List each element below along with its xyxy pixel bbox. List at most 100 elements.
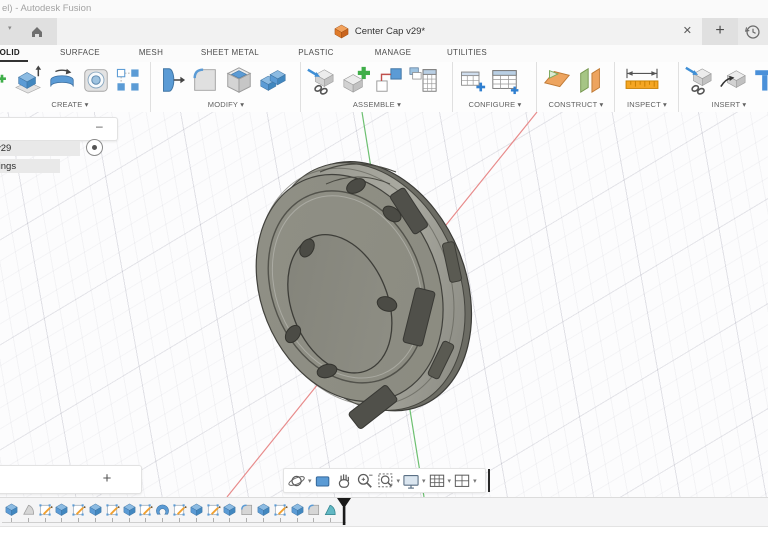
component-activate-radio[interactable] xyxy=(86,139,103,156)
wedge-feature-icon[interactable] xyxy=(21,502,36,517)
viewports-dropdown-caret-icon[interactable]: ▾ xyxy=(473,477,477,485)
display-settings-button[interactable]: ▾ xyxy=(401,471,426,491)
grid-dropdown-caret-icon[interactable]: ▾ xyxy=(448,477,452,485)
radio-dot xyxy=(91,144,97,150)
cube-feature-icon[interactable] xyxy=(122,502,137,517)
cube-feature-icon[interactable] xyxy=(54,502,69,517)
cube-feature-icon[interactable] xyxy=(256,502,271,517)
grid-snap-icon[interactable] xyxy=(427,471,447,491)
add-button[interactable]: + xyxy=(97,466,117,493)
cube-feature-icon[interactable] xyxy=(290,502,305,517)
sketch-feature-icon[interactable] xyxy=(38,502,53,517)
sketch-feature-icon[interactable] xyxy=(273,502,288,517)
offset-plane-icon[interactable] xyxy=(576,65,606,95)
viewport-3d[interactable] xyxy=(0,112,768,497)
shell-icon[interactable] xyxy=(224,65,254,95)
toolbar-section-insert: INSERT ▾ xyxy=(678,62,768,112)
close-tab-icon[interactable]: ✕ xyxy=(683,18,692,45)
ribbon-tab-surface[interactable]: SURFACE xyxy=(56,45,104,62)
toolbar-section-label[interactable]: ASSEMBLE ▾ xyxy=(301,100,453,109)
ribbon-tab-sheet-metal[interactable]: SHEET METAL xyxy=(197,45,263,62)
new-tab-button[interactable]: + xyxy=(702,18,738,45)
grid-snap-button[interactable]: ▾ xyxy=(427,471,452,491)
hole-icon[interactable] xyxy=(81,65,111,95)
qat-dropdown-caret-icon[interactable]: ▾ xyxy=(8,24,12,32)
fit-view-button[interactable]: ▾ xyxy=(376,471,401,491)
browser-collapse-icon[interactable]: – xyxy=(96,119,103,133)
new-component-icon[interactable] xyxy=(340,65,370,95)
pattern-icon[interactable] xyxy=(115,65,141,95)
zoom-button[interactable] xyxy=(355,471,375,491)
insert-link-icon[interactable] xyxy=(306,65,336,95)
fit-view-icon[interactable] xyxy=(376,471,396,491)
pan-icon[interactable] xyxy=(334,471,354,491)
monitor-dropdown-caret-icon[interactable]: ▾ xyxy=(422,477,426,485)
look-at-icon[interactable] xyxy=(313,471,333,491)
toolbar-section-label[interactable]: CREATE ▾ xyxy=(0,100,150,109)
window-title-bar: el) - Autodesk Fusion xyxy=(0,0,768,19)
pan-button[interactable] xyxy=(334,471,354,491)
ribbon-tab-plastic[interactable]: PLASTIC xyxy=(293,45,339,62)
recent-documents-icon[interactable] xyxy=(742,21,764,43)
sketch-feature-icon[interactable] xyxy=(172,502,187,517)
ribbon-tab-utilities[interactable]: UTILITIES xyxy=(441,45,493,62)
press-pull-icon[interactable] xyxy=(156,65,186,95)
ribbon-tab-solid[interactable]: SOLID xyxy=(0,45,28,62)
joint-icon[interactable] xyxy=(374,65,404,95)
viewports-button[interactable]: ▾ xyxy=(452,471,477,491)
bom-icon[interactable] xyxy=(408,65,438,95)
fillet-feature-icon[interactable] xyxy=(239,502,254,517)
toolbar-section-label[interactable]: CONSTRUCT ▾ xyxy=(537,100,615,109)
configuration-table-icon[interactable] xyxy=(458,65,486,95)
fillet-feature-icon[interactable] xyxy=(306,502,321,517)
sketch-feature-icon[interactable] xyxy=(105,502,120,517)
zoom-icon[interactable] xyxy=(355,471,375,491)
fillet-icon[interactable] xyxy=(190,65,220,95)
orbit-button[interactable]: ▾ xyxy=(287,471,312,491)
measure-icon[interactable] xyxy=(620,65,664,95)
3d-canvas[interactable] xyxy=(0,112,768,497)
toolbar-section-label[interactable]: CONFIGURE ▾ xyxy=(453,100,537,109)
ribbon-tab-mesh[interactable]: MESH xyxy=(134,45,168,62)
center-cap-model[interactable] xyxy=(221,131,507,448)
extrude-icon[interactable] xyxy=(13,65,43,95)
chamfer-feature-icon[interactable] xyxy=(323,502,338,517)
browser-item-component[interactable]: v29 xyxy=(0,141,80,156)
browser-item-label: v29 xyxy=(0,143,12,154)
fit-dropdown-caret-icon[interactable]: ▾ xyxy=(397,477,401,485)
toolbar-section-label[interactable]: INSERT ▾ xyxy=(679,100,768,109)
revolve-icon[interactable] xyxy=(47,65,77,95)
timeline-playhead[interactable] xyxy=(336,498,352,525)
toolbar-section-label[interactable]: MODIFY ▾ xyxy=(151,100,301,109)
sketch-feature-icon[interactable] xyxy=(138,502,153,517)
look-at-button[interactable] xyxy=(313,471,333,491)
toolbar-section-create: CREATE ▾ xyxy=(0,62,150,112)
cube-feature-icon[interactable] xyxy=(88,502,103,517)
sketch-feature-icon[interactable] xyxy=(71,502,86,517)
configurations-icon[interactable] xyxy=(490,65,520,95)
cube-feature-icon[interactable] xyxy=(222,502,237,517)
construction-plane-icon[interactable] xyxy=(542,65,572,95)
orbit-dropdown-caret-icon[interactable]: ▾ xyxy=(308,477,312,485)
revolve-feature-icon[interactable] xyxy=(155,502,170,517)
toolbar-section-label[interactable]: INSPECT ▾ xyxy=(615,100,679,109)
orbit-icon[interactable] xyxy=(287,471,307,491)
derive-icon[interactable] xyxy=(684,65,714,95)
ribbon-tab-label: PLASTIC xyxy=(298,48,334,57)
document-tab[interactable]: Center Cap v29* ✕ xyxy=(57,18,703,45)
browser-item-document-settings[interactable]: tings xyxy=(0,159,60,173)
new-body-partial-icon[interactable] xyxy=(0,65,9,95)
cube-feature-icon[interactable] xyxy=(189,502,204,517)
insert-mesh-icon[interactable] xyxy=(718,65,748,95)
toolbar-icon-row xyxy=(301,62,453,98)
bottom-left-panel[interactable]: + xyxy=(0,465,142,494)
cube-feature-icon[interactable] xyxy=(4,502,19,517)
sketch-feature-icon[interactable] xyxy=(206,502,221,517)
text-icon[interactable] xyxy=(752,65,768,95)
timeline-tick xyxy=(313,518,315,522)
home-icon[interactable] xyxy=(30,25,44,38)
combine-icon[interactable] xyxy=(258,65,288,95)
display-settings-icon[interactable] xyxy=(401,471,421,491)
ribbon-tab-manage[interactable]: MANAGE xyxy=(369,45,417,62)
viewports-icon[interactable] xyxy=(452,471,472,491)
